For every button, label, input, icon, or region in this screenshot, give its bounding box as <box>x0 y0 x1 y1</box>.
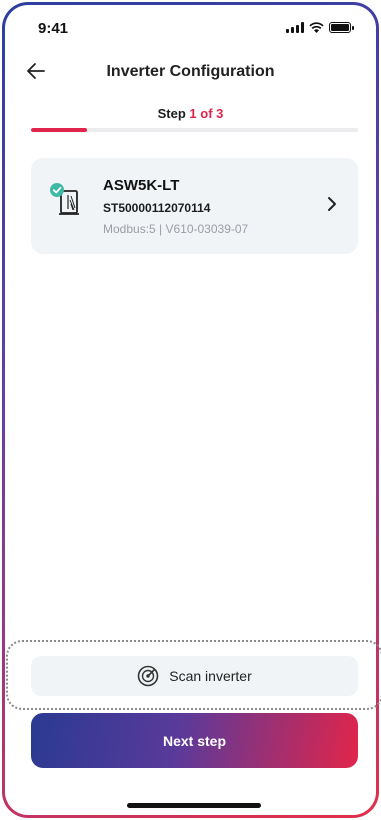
scan-inverter-label: Scan inverter <box>169 668 252 684</box>
header: Inverter Configuration <box>0 55 381 89</box>
signal-icon <box>286 22 304 33</box>
wifi-icon <box>309 22 324 33</box>
status-time: 9:41 <box>38 20 69 37</box>
step-progress-bar <box>31 128 358 132</box>
page-title: Inverter Configuration <box>106 63 275 80</box>
scan-radar-icon <box>137 665 159 687</box>
chevron-right-icon <box>328 197 336 211</box>
status-bar: 9:41 <box>0 0 381 54</box>
step-indicator: Step 1 of 3 <box>0 106 381 121</box>
inverter-model: ASW5K-LT <box>103 177 180 194</box>
battery-icon <box>329 22 354 33</box>
inverter-serial: ST50000112070114 <box>103 201 211 215</box>
step-progress-fill <box>31 128 87 132</box>
step-prefix: Step <box>157 106 186 121</box>
status-icons <box>286 22 354 33</box>
inverter-connected-icon <box>50 183 79 215</box>
home-indicator[interactable] <box>127 803 261 808</box>
inverter-meta: Modbus:5 | V610-03039-07 <box>103 222 249 236</box>
step-count: 1 of 3 <box>189 106 224 121</box>
scan-inverter-button[interactable]: Scan inverter <box>31 656 358 696</box>
next-step-button[interactable]: Next step <box>31 713 358 768</box>
inverter-card[interactable]: ASW5K-LT ST50000112070114 Modbus:5 | V61… <box>31 158 358 254</box>
